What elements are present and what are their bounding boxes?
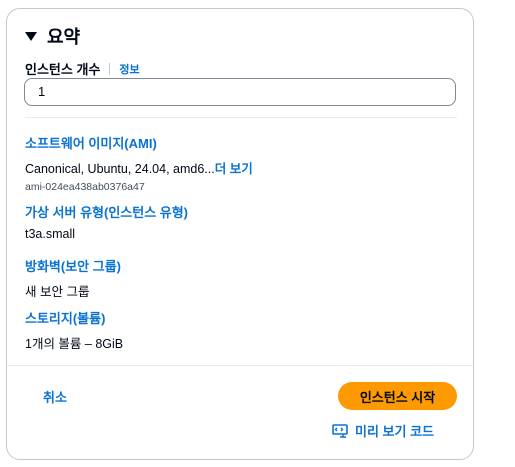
summary-header[interactable]: 요약 (25, 23, 80, 49)
ami-id: ami-024ea438ab0376a47 (25, 181, 145, 193)
storage-value: 1개의 볼륨 – 8GiB (25, 337, 124, 351)
storage-heading-link[interactable]: 스토리지(볼륨) (25, 308, 123, 327)
firewall-section: 방화벽(보안 그룹) 새 보안 그룹 (25, 256, 121, 300)
ami-value: Canonical, Ubuntu, 24.04, amd6...더 보기 (25, 158, 253, 177)
launch-instance-button[interactable]: 인스턴스 시작 (338, 382, 457, 410)
section-divider (25, 117, 457, 118)
instance-type-section: 가상 서버 유형(인스턴스 유형) t3a.small (25, 202, 188, 241)
preview-code-icon (332, 423, 348, 438)
more-link[interactable]: 더 보기 (215, 162, 253, 176)
storage-section: 스토리지(볼륨) 1개의 볼륨 – 8GiB (25, 308, 123, 352)
footer-divider (7, 365, 473, 366)
instance-type-value: t3a.small (25, 227, 76, 241)
preview-code-label: 미리 보기 코드 (355, 424, 434, 439)
label-separator (109, 62, 111, 75)
instance-count-label-row: 인스턴스 개수 정보 (25, 59, 140, 78)
preview-code-button[interactable]: 미리 보기 코드 (332, 421, 434, 440)
caret-down-icon[interactable] (25, 31, 37, 41)
cancel-button[interactable]: 취소 (43, 387, 67, 406)
ami-heading-link[interactable]: 소프트웨어 이미지(AMI) (25, 133, 253, 152)
firewall-value: 새 보안 그룹 (25, 285, 90, 299)
info-link[interactable]: 정보 (119, 61, 139, 77)
summary-panel: 요약 인스턴스 개수 정보 1 소프트웨어 이미지(AMI) Canonical… (6, 8, 474, 460)
instance-count-input[interactable]: 1 (24, 78, 456, 106)
instance-type-heading-link[interactable]: 가상 서버 유형(인스턴스 유형) (25, 202, 188, 221)
firewall-heading-link[interactable]: 방화벽(보안 그룹) (25, 256, 121, 275)
summary-title: 요약 (47, 27, 81, 47)
ami-section: 소프트웨어 이미지(AMI) Canonical, Ubuntu, 24.04,… (25, 133, 253, 193)
ami-value-text: Canonical, Ubuntu, 24.04, amd6... (25, 162, 215, 176)
instance-count-label: 인스턴스 개수 (25, 62, 101, 77)
